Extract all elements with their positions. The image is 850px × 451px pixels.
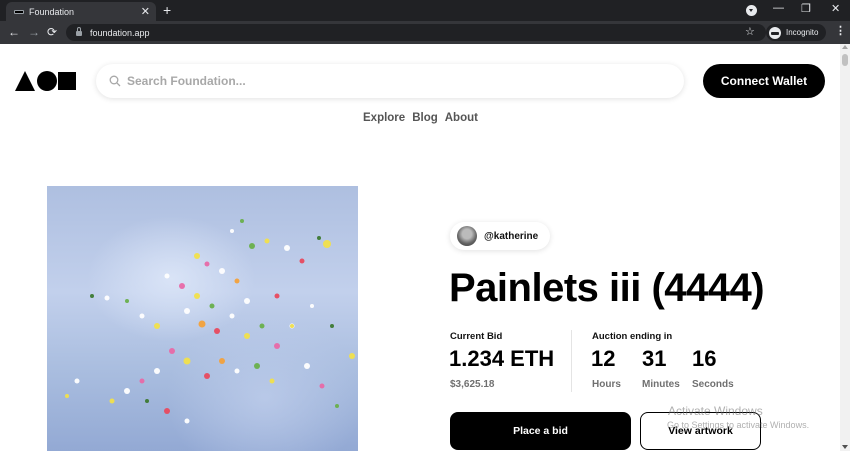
scroll-thumb[interactable] xyxy=(842,54,848,66)
forward-button[interactable]: → xyxy=(28,24,40,40)
browser-tab-strip: Foundation ✕ + — ❐ ✕ xyxy=(0,0,850,21)
reload-button[interactable]: ⟳ xyxy=(47,24,57,40)
search-icon xyxy=(109,75,121,87)
page-content: Search Foundation... Connect Wallet Expl… xyxy=(0,44,840,451)
watermark-line-2: Go to Settings to activate Windows. xyxy=(667,420,810,430)
nav-link-about[interactable]: About xyxy=(445,112,478,124)
scroll-up-arrow-icon[interactable] xyxy=(842,45,848,49)
creator-handle: @katherine xyxy=(484,230,539,242)
scroll-down-arrow-icon[interactable] xyxy=(842,445,848,449)
auction-ending-label: Auction ending in xyxy=(592,331,673,342)
foundation-logo[interactable] xyxy=(15,71,77,91)
avatar xyxy=(457,226,477,246)
browser-toolbar: ← → ⟳ foundation.app ☆ Incognito ⋮ xyxy=(0,21,850,44)
incognito-icon xyxy=(769,26,781,39)
connect-wallet-button[interactable]: Connect Wallet xyxy=(703,64,825,98)
current-bid-value: 1.234 ETH xyxy=(449,346,555,371)
maximize-button[interactable]: ❐ xyxy=(801,2,811,15)
countdown-minutes-label: Minutes xyxy=(642,379,680,390)
countdown-seconds-label: Seconds xyxy=(692,379,734,390)
windows-activation-watermark: Activate Windows Go to Settings to activ… xyxy=(667,404,810,432)
countdown-hours-label: Hours xyxy=(592,379,621,390)
address-bar[interactable]: foundation.app xyxy=(66,24,766,41)
back-button[interactable]: ← xyxy=(8,24,20,40)
page-scrollbar[interactable] xyxy=(840,44,850,451)
artwork-title: Painlets iii (4444) xyxy=(449,266,765,310)
tab-search-icon[interactable] xyxy=(746,5,757,16)
creator-badge[interactable]: @katherine xyxy=(450,222,551,250)
countdown-seconds: 16 xyxy=(692,346,717,371)
tab-close-icon[interactable]: ✕ xyxy=(141,5,150,18)
lock-icon xyxy=(76,27,82,36)
url-text: foundation.app xyxy=(90,27,150,38)
countdown-minutes: 31 xyxy=(642,346,667,371)
incognito-label: Incognito xyxy=(786,28,819,37)
window-close-button[interactable]: ✕ xyxy=(831,2,840,15)
artwork-flowers xyxy=(65,219,355,424)
auction-divider xyxy=(571,330,572,392)
nav-link-explore[interactable]: Explore xyxy=(363,112,405,124)
artwork-image[interactable] xyxy=(47,186,358,451)
foundation-favicon-icon xyxy=(14,9,24,14)
browser-menu-icon[interactable]: ⋮ xyxy=(835,24,846,37)
main-nav: Explore Blog About xyxy=(363,112,478,124)
countdown-hours: 12 xyxy=(591,346,616,371)
nav-link-blog[interactable]: Blog xyxy=(412,112,438,124)
tab-title: Foundation xyxy=(29,6,75,17)
minimize-button[interactable]: — xyxy=(773,2,784,14)
incognito-indicator[interactable]: Incognito xyxy=(766,24,826,41)
bookmark-star-icon[interactable]: ☆ xyxy=(745,25,755,38)
current-bid-label: Current Bid xyxy=(450,331,503,342)
browser-tab[interactable]: Foundation ✕ xyxy=(6,2,156,21)
current-bid-usd: $3,625.18 xyxy=(450,379,495,390)
watermark-line-1: Activate Windows xyxy=(668,404,763,418)
search-placeholder: Search Foundation... xyxy=(127,74,246,88)
new-tab-button[interactable]: + xyxy=(163,2,171,18)
place-bid-button[interactable]: Place a bid xyxy=(450,412,631,450)
search-input[interactable]: Search Foundation... xyxy=(96,64,684,98)
